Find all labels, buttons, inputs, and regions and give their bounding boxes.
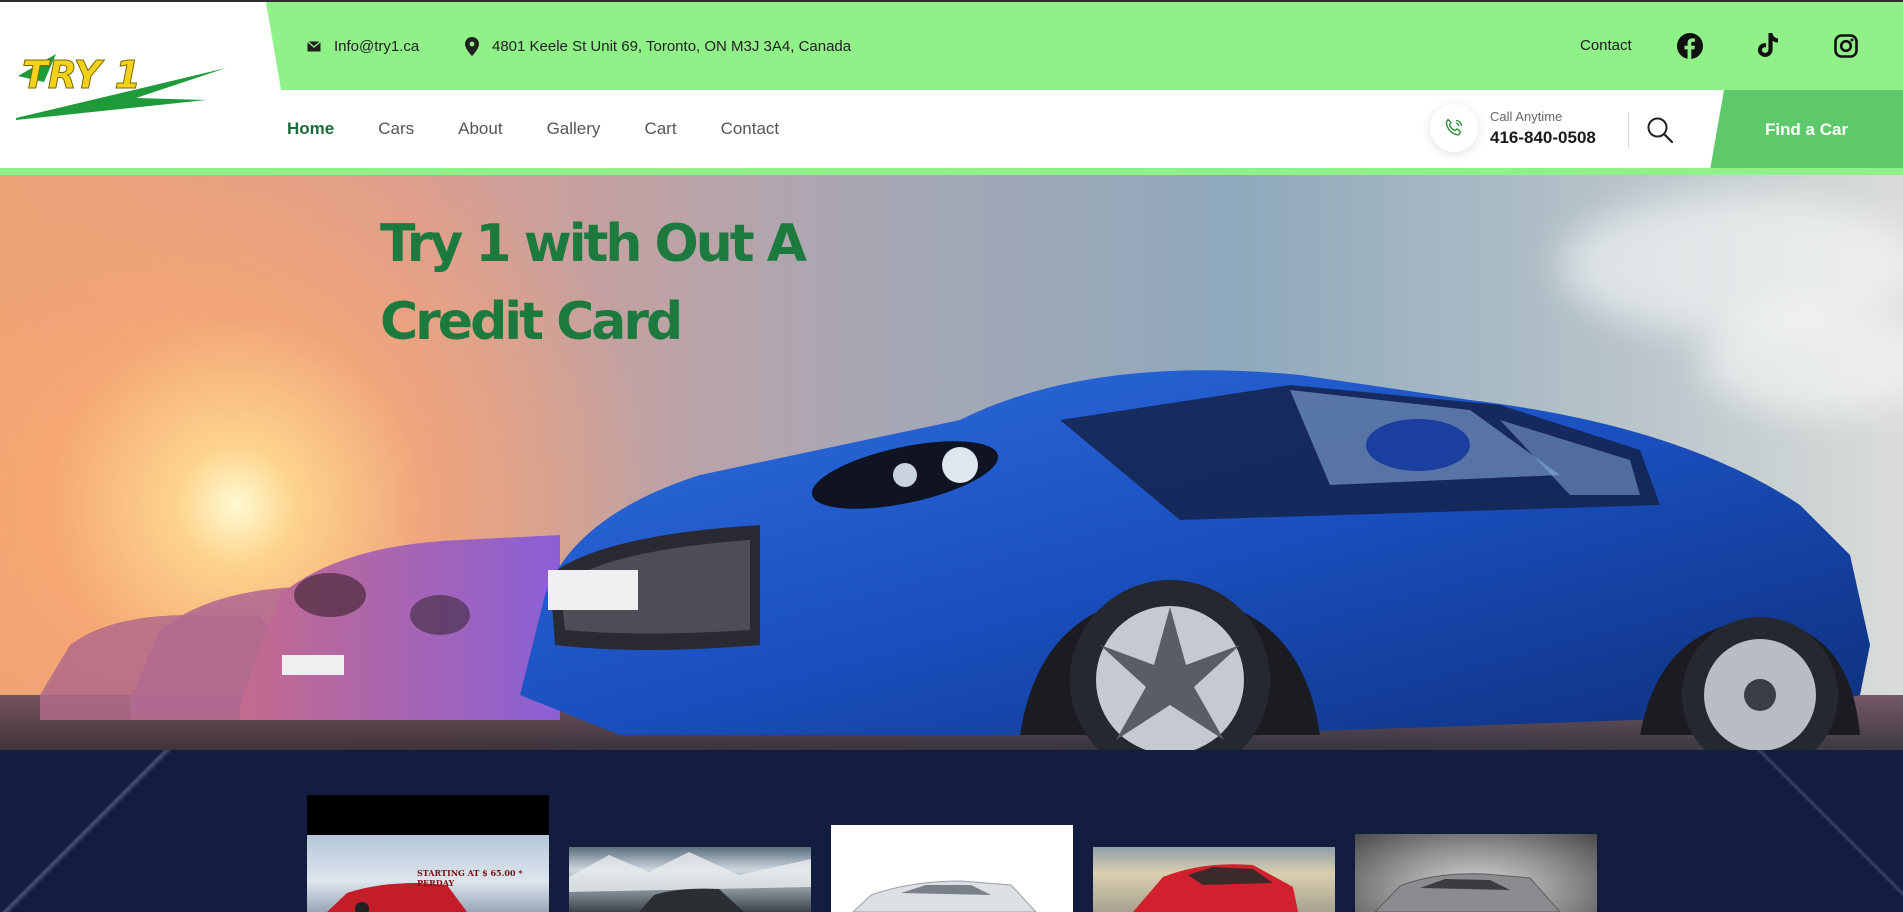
- logo-text: TRY 1: [22, 53, 141, 97]
- facebook-icon[interactable]: [1676, 32, 1704, 60]
- nav-item-home[interactable]: Home: [287, 119, 334, 139]
- nav-item-about[interactable]: About: [458, 119, 502, 139]
- nav-item-gallery[interactable]: Gallery: [547, 119, 601, 139]
- nav-item-contact[interactable]: Contact: [721, 119, 780, 139]
- top-border: [0, 0, 1903, 2]
- mail-icon: [304, 36, 324, 56]
- nav-item-cars[interactable]: Cars: [378, 119, 414, 139]
- email-text[interactable]: Info@try1.ca: [334, 38, 419, 55]
- hero-car-image: [0, 370, 1903, 750]
- header-divider: [1628, 112, 1629, 148]
- hero-title: Try 1 with Out A Credit Card: [380, 205, 900, 361]
- car-image[interactable]: [1355, 834, 1597, 912]
- contact-topbar: Info@try1.ca 4801 Keele St Unit 69, Toro…: [266, 2, 1903, 90]
- email-info[interactable]: Info@try1.ca: [304, 2, 419, 90]
- hero-banner: Try 1 with Out A Credit Card: [0, 175, 1903, 750]
- instagram-icon[interactable]: [1832, 32, 1860, 60]
- address-info: 4801 Keele St Unit 69, Toronto, ON M3J 3…: [462, 2, 851, 90]
- find-a-car-button[interactable]: Find a Car: [1710, 90, 1903, 170]
- main-nav: Home Cars About Gallery Cart Contact: [287, 90, 823, 168]
- header-bottom-border: [0, 168, 1903, 175]
- address-text: 4801 Keele St Unit 69, Toronto, ON M3J 3…: [492, 37, 852, 55]
- phone-icon[interactable]: [1430, 104, 1478, 152]
- featured-cars-strip: STARTING AT $ 65.00 * PERDAY: [0, 750, 1903, 912]
- topbar-contact-link[interactable]: Contact: [1580, 2, 1632, 90]
- car-card[interactable]: STARTING AT $ 65.00 * PERDAY: [307, 795, 549, 912]
- call-label: Call Anytime: [1490, 108, 1563, 124]
- search-icon[interactable]: [1646, 116, 1674, 144]
- logo-container[interactable]: TRY 1: [0, 2, 280, 170]
- car-image[interactable]: [569, 847, 811, 912]
- site-header: TRY 1 Info@try1.ca 4801 Keele St Unit 69…: [0, 0, 1903, 175]
- car-card[interactable]: [831, 825, 1073, 912]
- promo-text: STARTING AT $ 65.00 * PERDAY: [417, 868, 523, 888]
- phone-number[interactable]: 416-840-0508: [1490, 128, 1596, 148]
- hero-title-line1: Try 1 with Out A: [380, 214, 807, 274]
- car-card[interactable]: [569, 847, 811, 912]
- logo[interactable]: TRY 1: [16, 48, 238, 120]
- hero-title-line2: Credit Card: [380, 292, 683, 352]
- car-image[interactable]: [831, 825, 1073, 912]
- car-card[interactable]: [1355, 834, 1597, 912]
- car-card[interactable]: [1093, 847, 1335, 912]
- tiktok-icon[interactable]: [1754, 32, 1782, 60]
- nav-item-cart[interactable]: Cart: [644, 119, 676, 139]
- car-image[interactable]: [1093, 847, 1335, 912]
- call-anytime-block[interactable]: Call Anytime 416-840-0508: [1430, 104, 1596, 152]
- location-pin-icon: [462, 36, 482, 56]
- decorative-line: [0, 750, 220, 912]
- decorative-line: [1753, 750, 1903, 912]
